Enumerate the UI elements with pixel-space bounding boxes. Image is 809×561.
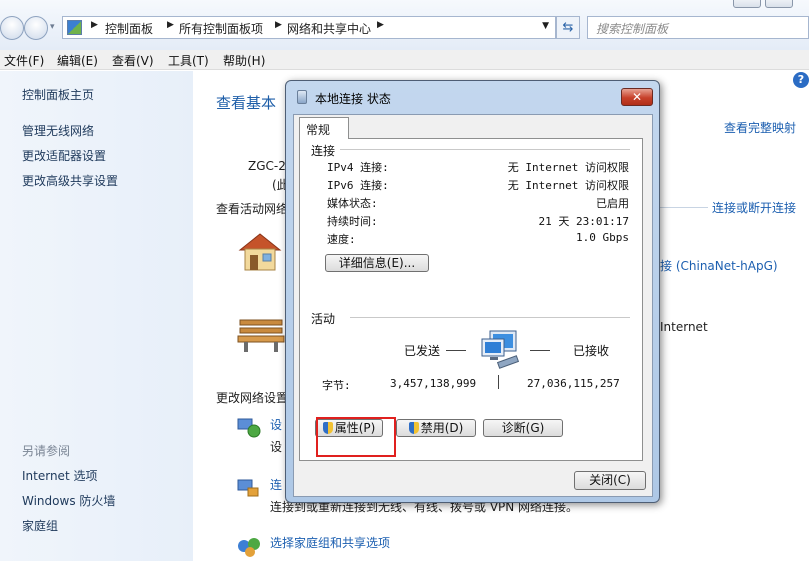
tab-panel-general: 连接 IPv4 连接: 无 Internet 访问权限 IPv6 连接: 无 I… xyxy=(299,138,643,461)
setup-connection-icon xyxy=(237,418,261,438)
dialog-close-button[interactable]: ✕ xyxy=(621,88,653,106)
media-state-label: 媒体状态: xyxy=(327,197,378,210)
minimize-button[interactable] xyxy=(733,0,761,8)
forward-button[interactable] xyxy=(24,16,48,40)
speed-value: 1.0 Gbps xyxy=(576,231,629,244)
homegroup-link[interactable]: 家庭组 xyxy=(22,517,58,534)
disable-button-label: 禁用(D) xyxy=(420,421,464,435)
group-divider xyxy=(350,317,630,318)
chevron-right-icon[interactable]: ▶ xyxy=(91,20,98,30)
duration-label: 持续时间: xyxy=(327,215,378,228)
uac-shield-icon xyxy=(408,422,419,434)
address-toolbar: ▾ ▶ 控制面板 ▶ 所有控制面板项 ▶ 网络和共享中心 ▶ ▼ ⇆ 搜索控制面… xyxy=(0,0,809,50)
home-network-icon xyxy=(238,233,282,271)
tab-general[interactable]: 常规 xyxy=(299,117,349,139)
diagnose-button[interactable]: 诊断(G) xyxy=(483,419,563,437)
setup-connection-link[interactable]: 设 xyxy=(270,416,282,433)
bytes-divider xyxy=(498,375,499,389)
maximize-button[interactable] xyxy=(765,0,793,8)
menu-help[interactable]: 帮助(H) xyxy=(223,52,265,69)
address-dropdown-icon[interactable]: ▼ xyxy=(542,21,549,31)
ipv6-value: 无 Internet 访问权限 xyxy=(507,179,629,192)
media-state-value: 已启用 xyxy=(596,197,629,210)
speed-label: 速度: xyxy=(327,233,356,246)
see-also-heading: 另请参阅 xyxy=(22,444,71,458)
bytes-label: 字节: xyxy=(322,379,351,392)
separator xyxy=(660,207,708,208)
network-activity-icon xyxy=(481,330,520,369)
help-icon[interactable]: ? xyxy=(793,72,809,88)
group-divider xyxy=(340,149,630,150)
menu-view[interactable]: 查看(V) xyxy=(112,52,154,69)
chevron-right-icon[interactable]: ▶ xyxy=(275,20,282,30)
sent-dash xyxy=(446,350,466,351)
ipv4-label: IPv4 连接: xyxy=(327,161,389,174)
search-input[interactable]: 搜索控制面板 xyxy=(587,16,809,39)
left-task-pane: 控制面板主页 管理无线网络 更改适配器设置 更改高级共享设置 另请参阅 Inte… xyxy=(0,71,193,561)
disable-button[interactable]: 禁用(D) xyxy=(396,419,476,437)
close-button[interactable]: 关闭(C) xyxy=(574,471,646,490)
chevron-right-icon[interactable]: ▶ xyxy=(377,20,384,30)
advanced-sharing-link[interactable]: 更改高级共享设置 xyxy=(22,172,118,189)
details-button[interactable]: 详细信息(E)... xyxy=(325,254,429,272)
page-title: 查看基本 xyxy=(216,94,277,112)
breadcrumb-network-center[interactable]: 网络和共享中心 xyxy=(287,20,371,37)
bytes-received-value: 27,036,115,257 xyxy=(527,377,620,390)
refresh-button[interactable]: ⇆ xyxy=(556,16,580,39)
network-connection-link[interactable]: 接 (ChinaNet-hApG) xyxy=(660,257,778,274)
homegroup-icon xyxy=(238,538,260,557)
dialog-title: 本地连接 状态 xyxy=(315,92,391,106)
homegroup-sharing-link[interactable]: 选择家庭组和共享选项 xyxy=(270,534,390,551)
menu-file[interactable]: 文件(F) xyxy=(4,52,44,69)
connection-group-heading: 连接 xyxy=(311,144,336,158)
recent-pages-dropdown-icon[interactable]: ▾ xyxy=(50,22,55,32)
local-connection-status-dialog: 本地连接 状态 ✕ 常规 连接 IPv4 连接: 无 Internet 访问权限… xyxy=(285,80,660,503)
search-placeholder: 搜索控制面板 xyxy=(596,22,669,36)
internet-options-link[interactable]: Internet 选项 xyxy=(22,467,97,484)
change-settings-heading: 更改网络设置 xyxy=(216,391,289,405)
active-networks-heading: 查看活动网络 xyxy=(216,202,289,216)
menu-tools[interactable]: 工具(T) xyxy=(168,52,209,69)
breadcrumb-all-items[interactable]: 所有控制面板项 xyxy=(179,20,263,37)
access-type-internet: Internet xyxy=(660,320,708,334)
computer-name: ZGC-2 xyxy=(248,159,286,173)
control-panel-icon xyxy=(67,20,82,35)
bytes-sent-value: 3,457,138,999 xyxy=(390,377,477,390)
highlight-box xyxy=(316,417,396,457)
sent-label: 已发送 xyxy=(404,344,441,358)
public-network-icon xyxy=(237,319,285,352)
address-box[interactable]: ▶ 控制面板 ▶ 所有控制面板项 ▶ 网络和共享中心 ▶ ▼ xyxy=(62,16,556,39)
refresh-icon: ⇆ xyxy=(562,20,574,35)
windows-firewall-link[interactable]: Windows 防火墙 xyxy=(22,492,115,509)
back-button[interactable] xyxy=(0,16,24,40)
chevron-right-icon[interactable]: ▶ xyxy=(167,20,174,30)
change-adapter-link[interactable]: 更改适配器设置 xyxy=(22,147,106,164)
connect-disconnect-link[interactable]: 连接或断开连接 xyxy=(712,199,796,216)
duration-value: 21 天 23:01:17 xyxy=(538,215,629,228)
received-dash xyxy=(530,350,550,351)
full-map-link[interactable]: 查看完整映射 xyxy=(724,119,796,136)
ipv4-value: 无 Internet 访问权限 xyxy=(507,161,629,174)
connect-network-link[interactable]: 连 xyxy=(270,476,282,493)
menu-bar: 文件(F) 编辑(E) 查看(V) 工具(T) 帮助(H) xyxy=(0,50,809,70)
menu-edit[interactable]: 编辑(E) xyxy=(57,52,98,69)
breadcrumb-control-panel[interactable]: 控制面板 xyxy=(105,20,153,37)
close-icon: ✕ xyxy=(631,90,643,104)
activity-group-heading: 活动 xyxy=(311,312,336,326)
connect-network-icon xyxy=(237,479,259,497)
received-label: 已接收 xyxy=(573,344,610,358)
setup-connection-desc: 设 xyxy=(270,440,283,454)
manage-wireless-link[interactable]: 管理无线网络 xyxy=(22,122,94,139)
ipv6-label: IPv6 连接: xyxy=(327,179,389,192)
network-adapter-icon xyxy=(297,90,307,104)
control-panel-home-link[interactable]: 控制面板主页 xyxy=(22,86,94,103)
